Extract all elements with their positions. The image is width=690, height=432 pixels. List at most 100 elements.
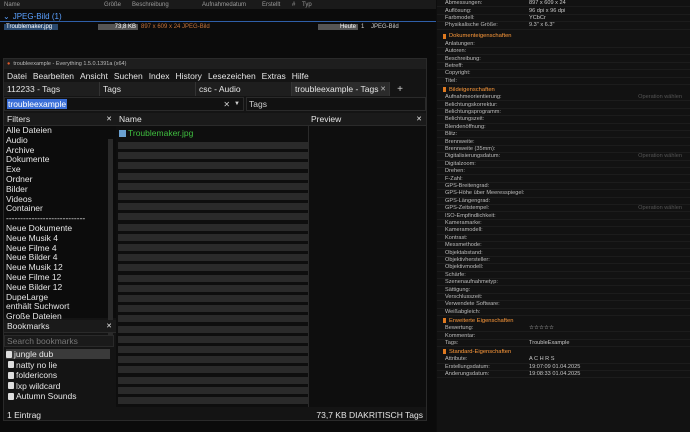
filter-item[interactable]: ---------------------------- xyxy=(4,214,116,224)
add-tab-button[interactable]: + xyxy=(390,82,410,96)
menu-index[interactable]: Index xyxy=(146,71,173,81)
chevron-down-icon[interactable]: ⌄ xyxy=(3,12,10,21)
property-row[interactable]: Belichtungsprogramm: xyxy=(437,109,690,117)
name-column-header[interactable]: Name xyxy=(116,113,308,126)
col-desc[interactable]: Beschreibung xyxy=(128,2,198,8)
bookmark-item[interactable]: lxp wildcard xyxy=(8,381,60,391)
property-row[interactable]: F-Zahl: xyxy=(437,175,690,183)
property-row[interactable]: Digitalzoom: xyxy=(437,161,690,168)
property-row[interactable]: GPS-Breitengrad: xyxy=(437,183,690,191)
tab-troubleexample[interactable]: troubleexample - Tags ✕ xyxy=(292,82,390,96)
filter-item[interactable]: Ordner xyxy=(4,175,116,185)
filter-item[interactable]: Alle Dateien xyxy=(4,126,116,136)
close-icon[interactable]: ✕ xyxy=(106,115,116,123)
property-row[interactable]: Copyright: xyxy=(437,70,690,78)
tab-112233[interactable]: 112233 - Tags xyxy=(4,82,100,96)
menu-extras[interactable]: Extras xyxy=(259,71,289,81)
property-row[interactable]: Objektivmodell: xyxy=(437,264,690,272)
bookmark-item[interactable]: foldericons xyxy=(8,370,57,380)
filter-item[interactable]: Neue Filme 4 xyxy=(4,244,116,254)
explorer-column-header[interactable]: Name Größe Beschreibung Aufnahmedatum Er… xyxy=(0,0,436,9)
filter-item[interactable]: Bilder xyxy=(4,185,116,195)
property-row[interactable]: Blendenöffnung: xyxy=(437,124,690,131)
property-row[interactable]: Kameramodell: xyxy=(437,227,690,235)
section-header[interactable]: Erweiterte Eigenschaften xyxy=(437,316,690,325)
filter-item[interactable]: Archive xyxy=(4,146,116,156)
section-header[interactable]: Bildeigenschaften xyxy=(437,85,690,94)
property-row[interactable]: Physikalische Größe: 9.3" x 6.3" xyxy=(437,22,690,30)
filter-item[interactable]: Neue Bilder 12 xyxy=(4,283,116,293)
property-row[interactable]: Belichtungszeit: xyxy=(437,116,690,124)
filter-item[interactable]: enthält Suchwort xyxy=(4,302,116,312)
tab-tags[interactable]: Tags xyxy=(100,82,196,96)
property-row[interactable]: Brennweite: xyxy=(437,138,690,146)
col-type[interactable]: Typ xyxy=(298,2,316,8)
property-row[interactable]: Autoren: xyxy=(437,48,690,56)
property-row[interactable]: Objektivhersteller: xyxy=(437,257,690,265)
menu-history[interactable]: History xyxy=(172,71,204,81)
property-row[interactable]: Abmessungen: 897 x 609 x 24 xyxy=(437,0,690,8)
property-row[interactable]: Schärfe: xyxy=(437,272,690,279)
col-name[interactable]: Name xyxy=(0,2,100,8)
property-row[interactable]: Anlatungen: xyxy=(437,41,690,48)
property-row[interactable]: Messmethode: xyxy=(437,242,690,250)
menu-datei[interactable]: Datei xyxy=(4,71,30,81)
property-row[interactable]: Blitz: xyxy=(437,131,690,139)
property-row[interactable]: Sättigung: xyxy=(437,286,690,294)
property-row[interactable]: Änderungsdatum: 19:08:33 01.04.2025 xyxy=(437,371,690,379)
bookmark-item[interactable]: jungle dub xyxy=(6,349,110,359)
bookmarks-search-input[interactable]: Search bookmarks xyxy=(4,335,114,347)
close-icon[interactable]: ✕ xyxy=(106,322,116,330)
property-row[interactable]: Belichtungskorrektur: xyxy=(437,101,690,109)
property-row[interactable]: Verwendete Software: xyxy=(437,301,690,309)
bookmark-item[interactable]: Autumn Sounds xyxy=(8,391,76,401)
filter-item[interactable]: Neue Filme 12 xyxy=(4,273,116,283)
section-header[interactable]: Standard-Eigenschaften xyxy=(437,347,690,356)
property-row[interactable]: GPS-Zeitstempel: Operation wählen xyxy=(437,205,690,213)
property-row[interactable]: Attribute: A C H R S xyxy=(437,356,690,364)
dropdown-icon[interactable]: ▼ xyxy=(234,101,243,107)
property-row[interactable]: Digitalisierungsdatum: Operation wählen xyxy=(437,153,690,161)
property-row[interactable]: Auflösung: 96 dpi x 96 dpi xyxy=(437,7,690,15)
property-row[interactable]: GPS-Längengrad: xyxy=(437,198,690,205)
property-row[interactable]: Verschlusszeit: xyxy=(437,294,690,302)
property-row[interactable]: Farbmodell: YCbCr xyxy=(437,15,690,23)
property-row[interactable]: Kommentar: xyxy=(437,332,690,340)
menu-ansicht[interactable]: Ansicht xyxy=(77,71,111,81)
menu-lesezeichen[interactable]: Lesezeichen xyxy=(205,71,259,81)
filter-select[interactable]: Tags xyxy=(246,97,426,111)
property-row[interactable]: Kontrast: xyxy=(437,235,690,242)
filter-item[interactable]: Neue Dokumente xyxy=(4,224,116,234)
property-row[interactable]: Weißabgleich: xyxy=(437,309,690,316)
property-row[interactable]: Erstellungsdatum: 19:07:09 01.04.2025 xyxy=(437,364,690,371)
col-date[interactable]: Aufnahmedatum xyxy=(198,2,258,8)
close-icon[interactable]: ✕ xyxy=(416,115,426,123)
property-row[interactable]: ISO-Empfindlichkeit: xyxy=(437,212,690,220)
property-row[interactable]: Tags: TroubleExample xyxy=(437,340,690,348)
menu-hilfe[interactable]: Hilfe xyxy=(289,71,312,81)
property-row[interactable]: Szenenaufnahmetyp: xyxy=(437,279,690,287)
filter-item[interactable]: Neue Musik 12 xyxy=(4,263,116,273)
property-row[interactable]: Brennweite (35mm): xyxy=(437,146,690,154)
bookmark-item[interactable]: natty no lie xyxy=(8,360,57,370)
menu-suchen[interactable]: Suchen xyxy=(111,71,146,81)
filter-item[interactable]: Videos xyxy=(4,195,116,205)
property-row[interactable]: Drehen: xyxy=(437,168,690,176)
property-row[interactable]: Beschreibung: xyxy=(437,55,690,63)
property-row[interactable]: Betreff: xyxy=(437,63,690,71)
filter-item[interactable]: Exe xyxy=(4,165,116,175)
col-size[interactable]: Größe xyxy=(100,2,128,8)
close-icon[interactable]: ✕ xyxy=(380,85,386,93)
filter-item[interactable]: DupeLarge xyxy=(4,293,116,303)
tab-csc-audio[interactable]: csc - Audio xyxy=(196,82,292,96)
table-row[interactable]: Troublemaker.jpg 73,8 KB 897 x 609 x 24 … xyxy=(0,22,436,32)
list-item[interactable]: Troublemaker.jpg xyxy=(119,128,193,138)
col-num[interactable]: # xyxy=(288,2,298,8)
filter-item[interactable]: Neue Musik 4 xyxy=(4,234,116,244)
col-created[interactable]: Erstellt xyxy=(258,2,288,8)
property-row[interactable]: Objektabstand: xyxy=(437,249,690,257)
filter-item[interactable]: Audio xyxy=(4,136,116,146)
property-row[interactable]: Kameramarke: xyxy=(437,220,690,228)
property-row[interactable]: GPS-Höhe über Meeresspiegel: xyxy=(437,190,690,198)
property-row[interactable]: Aufnahmeorientierung: Operation wählen xyxy=(437,94,690,102)
